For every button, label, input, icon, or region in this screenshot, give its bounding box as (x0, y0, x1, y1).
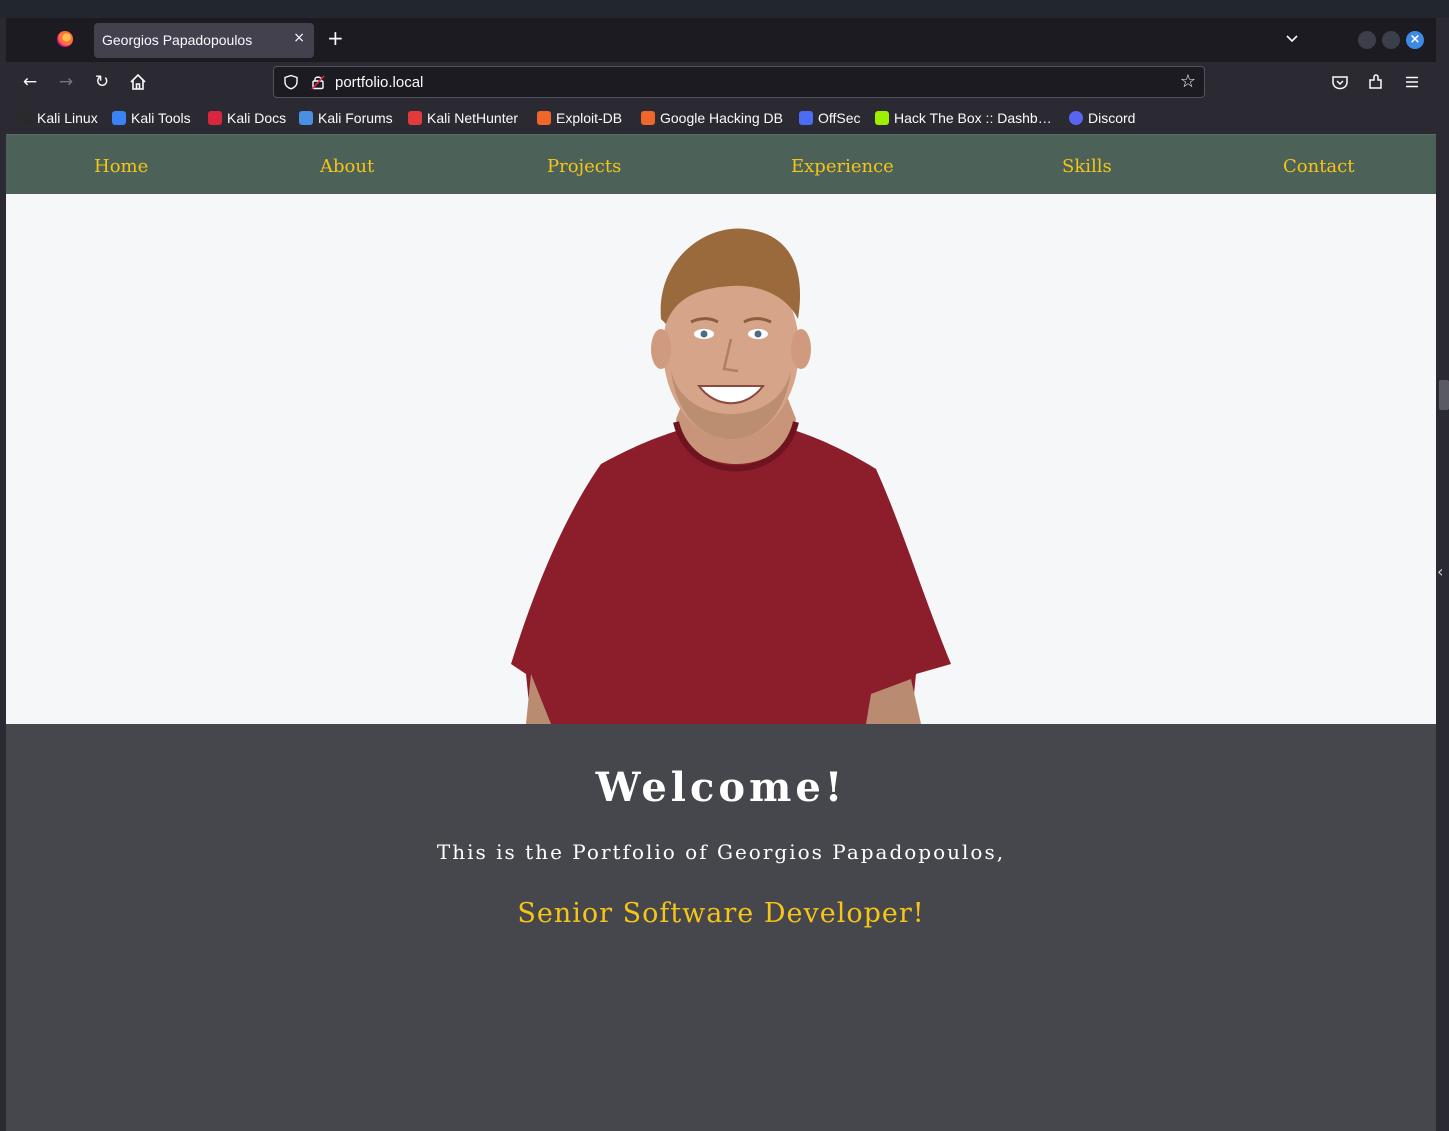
bookmark-discord[interactable]: Discord (1069, 109, 1135, 127)
kali-tools-icon (112, 111, 126, 125)
pocket-icon[interactable] (1330, 72, 1350, 92)
chevron-down-icon[interactable] (1284, 30, 1300, 46)
bookmark-label: Kali Docs (227, 110, 287, 126)
discord-icon (1069, 111, 1083, 125)
maximize-button[interactable] (1382, 31, 1400, 49)
kali-forums-icon (299, 111, 313, 125)
bookmark-label: Kali Tools (131, 110, 191, 126)
kali-dragon-icon (18, 111, 32, 125)
bookmark-label: Kali Forums (318, 110, 393, 126)
site-navigation: Home About Projects Experience Skills Co… (6, 134, 1436, 194)
desktop-top-bar (0, 0, 1449, 18)
exploit-db-icon (537, 111, 551, 125)
nav-link-contact[interactable]: Contact (1283, 156, 1354, 177)
nav-link-about[interactable]: About (320, 156, 374, 177)
firefox-icon[interactable] (57, 31, 73, 47)
navigation-toolbar: ← → ↻ portfolio.local ☆ (6, 62, 1436, 102)
tab-bar: Georgios Papadopoulos × + × (6, 18, 1436, 62)
bookmark-label: Exploit-DB (556, 110, 623, 126)
tab-close-icon[interactable]: × (293, 30, 305, 46)
bookmark-label: Hack The Box :: Dashb… (894, 110, 1052, 126)
bookmark-google-hacking-db[interactable]: Google Hacking DB (641, 109, 783, 127)
bookmark-exploit-db[interactable]: Exploit-DB (537, 109, 622, 127)
nav-link-projects[interactable]: Projects (547, 156, 621, 177)
offsec-icon (799, 111, 813, 125)
welcome-heading: Welcome! (595, 764, 847, 811)
bookmark-kali-forums[interactable]: Kali Forums (299, 109, 393, 127)
new-tab-button[interactable]: + (327, 28, 344, 48)
home-icon[interactable] (128, 72, 148, 92)
minimize-button[interactable] (1358, 31, 1376, 49)
kali-docs-icon (208, 111, 222, 125)
forward-arrow-icon[interactable]: → (56, 72, 76, 92)
bookmark-label: Kali NetHunter (427, 110, 519, 126)
role-title: Senior Software Developer! (517, 898, 925, 929)
close-window-button[interactable]: × (1406, 31, 1424, 49)
shield-icon[interactable] (283, 74, 299, 90)
hero-banner (6, 194, 1436, 724)
bookmark-kali-nethunter[interactable]: Kali NetHunter (408, 109, 518, 127)
nav-link-skills[interactable]: Skills (1062, 156, 1112, 177)
back-arrow-icon[interactable]: ← (20, 72, 40, 92)
bookmarks-toolbar: Kali Linux Kali Tools Kali Docs Kali For… (6, 102, 1436, 134)
bookmark-kali-tools[interactable]: Kali Tools (112, 109, 191, 127)
bookmark-star-icon[interactable]: ☆ (1180, 73, 1196, 91)
htb-icon (875, 111, 889, 125)
reload-icon[interactable]: ↻ (92, 72, 112, 92)
bookmark-label: Google Hacking DB (660, 110, 783, 126)
profile-photo (511, 228, 951, 724)
bookmark-label: OffSec (818, 110, 861, 126)
chevron-left-icon[interactable]: ‹ (1437, 562, 1443, 581)
intro-text: This is the Portfolio of Georgios Papado… (436, 840, 1006, 864)
nav-link-experience[interactable]: Experience (791, 156, 894, 177)
insecure-lock-icon[interactable] (310, 74, 326, 90)
bookmark-offsec[interactable]: OffSec (799, 109, 861, 127)
ghdb-icon (641, 111, 655, 125)
url-text: portfolio.local (335, 74, 424, 91)
menu-icon[interactable] (1402, 72, 1422, 92)
scrollbar-thumb[interactable] (1439, 380, 1449, 410)
nethunter-icon (408, 111, 422, 125)
address-bar[interactable]: portfolio.local ☆ (273, 66, 1205, 98)
bookmark-label: Discord (1088, 110, 1136, 126)
tab-title: Georgios Papadopoulos (102, 32, 253, 48)
tab-active[interactable]: Georgios Papadopoulos × (94, 23, 314, 58)
bookmark-kali-linux[interactable]: Kali Linux (18, 109, 98, 127)
bookmark-hack-the-box[interactable]: Hack The Box :: Dashb… (875, 109, 1052, 127)
bookmark-kali-docs[interactable]: Kali Docs (208, 109, 286, 127)
nav-link-home[interactable]: Home (94, 156, 148, 177)
bookmark-label: Kali Linux (37, 110, 98, 126)
browser-window: Georgios Papadopoulos × + × ← → ↻ portfo… (6, 18, 1436, 1131)
extensions-icon[interactable] (1366, 72, 1386, 92)
page-viewport: Home About Projects Experience Skills Co… (6, 134, 1436, 1131)
